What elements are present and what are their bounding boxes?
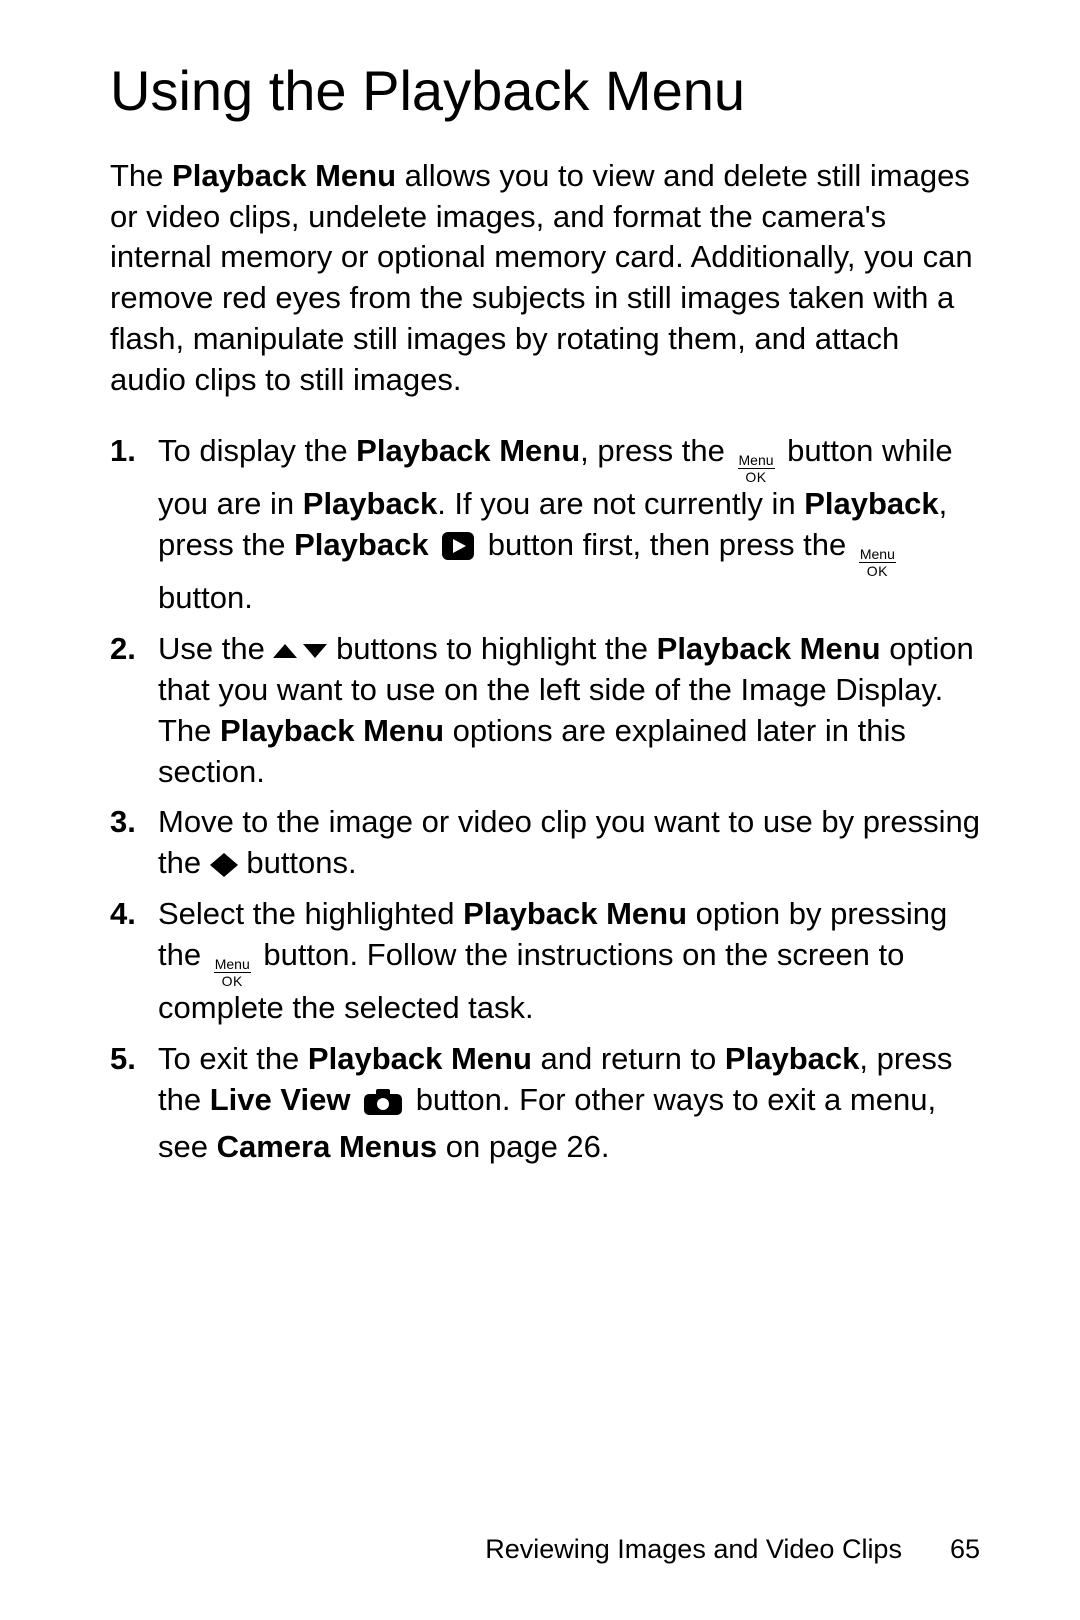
up-down-arrows-icon xyxy=(273,631,327,666)
step3-text: buttons. xyxy=(238,845,357,880)
menu-ok-bot: OK xyxy=(745,469,766,484)
right-arrow-icon xyxy=(224,853,238,877)
footer-chapter: Reviewing Images and Video Clips xyxy=(485,1534,902,1564)
camera-icon xyxy=(363,1086,403,1127)
step-2: Use the buttons to highlight the Playbac… xyxy=(110,629,980,793)
step1-text: . If you are not currently in xyxy=(437,486,804,521)
step4-text: button. Follow the instructions on the s… xyxy=(158,937,904,1025)
menu-ok-icon: MenuOK xyxy=(214,957,251,988)
step1-playback: Playback xyxy=(303,486,437,521)
step-4: Select the highlighted Playback Menu opt… xyxy=(110,894,980,1029)
intro-text-2: allows you to view and delete still imag… xyxy=(110,158,973,398)
step5-live-view: Live View xyxy=(210,1082,351,1117)
step5-camera-menus: Camera Menus xyxy=(217,1129,438,1164)
intro-text: The xyxy=(110,158,172,193)
menu-ok-icon: MenuOK xyxy=(859,547,896,578)
step4-text: Select the highlighted xyxy=(158,896,463,931)
menu-ok-top: Menu xyxy=(214,957,251,973)
step1-playback-menu: Playback Menu xyxy=(356,433,580,468)
menu-ok-bot: OK xyxy=(222,973,243,988)
step5-playback: Playback xyxy=(725,1041,859,1076)
menu-ok-top: Menu xyxy=(738,453,775,469)
step1-text: button. xyxy=(158,580,253,615)
menu-ok-bot: OK xyxy=(867,563,888,578)
step2-playback-menu-2: Playback Menu xyxy=(220,713,444,748)
menu-ok-top: Menu xyxy=(859,547,896,563)
step1-text: To display the xyxy=(158,433,356,468)
step5-text: To exit the xyxy=(158,1041,308,1076)
steps-list: To display the Playback Menu, press the … xyxy=(110,431,980,1168)
left-right-arrows-icon xyxy=(210,845,238,880)
step4-playback-menu: Playback Menu xyxy=(463,896,687,931)
step1-playback-2: Playback xyxy=(804,486,938,521)
page-title: Using the Playback Menu xyxy=(110,60,980,122)
step2-text: Use the xyxy=(158,631,273,666)
step2-text: buttons to highlight the xyxy=(327,631,656,666)
step5-text: and return to xyxy=(532,1041,725,1076)
step-5: To exit the Playback Menu and return to … xyxy=(110,1039,980,1168)
step2-playback-menu: Playback Menu xyxy=(657,631,881,666)
intro-bold-playback-menu: Playback Menu xyxy=(172,158,396,193)
page-footer: Reviewing Images and Video Clips 65 xyxy=(485,1534,980,1565)
step5-text: on page 26. xyxy=(437,1129,609,1164)
footer-page-number: 65 xyxy=(950,1534,980,1564)
left-arrow-icon xyxy=(210,853,224,877)
playback-icon xyxy=(441,531,475,572)
step1-text: button first, then press the xyxy=(479,527,855,562)
step-3: Move to the image or video clip you want… xyxy=(110,802,980,884)
intro-paragraph: The Playback Menu allows you to view and… xyxy=(110,156,980,401)
step5-playback-menu: Playback Menu xyxy=(308,1041,532,1076)
manual-page: Using the Playback Menu The Playback Men… xyxy=(0,0,1080,1620)
menu-ok-icon: MenuOK xyxy=(738,453,775,484)
step1-playback-3: Playback xyxy=(294,527,428,562)
step-1: To display the Playback Menu, press the … xyxy=(110,431,980,619)
down-arrow-icon xyxy=(303,644,327,658)
step1-text: , press the xyxy=(580,433,733,468)
up-arrow-icon xyxy=(273,644,297,658)
